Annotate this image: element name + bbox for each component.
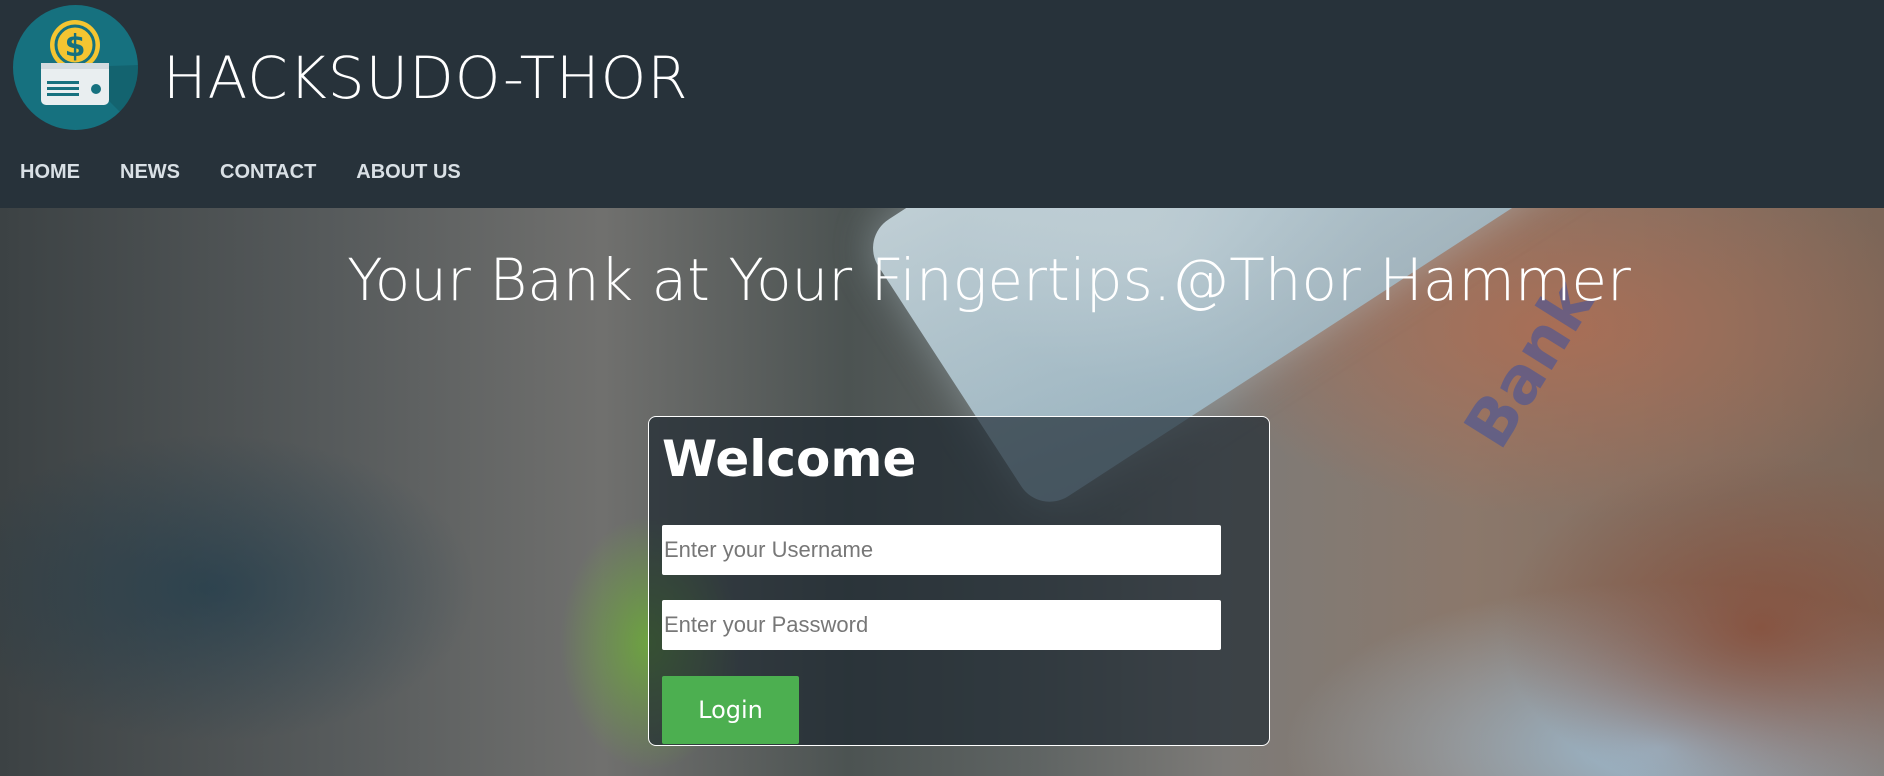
site-header: $ HACKSUDO-THOR HOME NEWS CONTACT ABOUT …: [0, 0, 1884, 208]
login-heading: Welcome: [662, 430, 917, 488]
site-title: HACKSUDO-THOR: [163, 44, 689, 112]
nav-contact-link[interactable]: CONTACT: [220, 161, 316, 184]
login-form: Welcome Login: [648, 416, 1270, 746]
hero-banner: Bank Your Bank at Your Fingertips.@Thor …: [0, 208, 1884, 776]
hero-headline: Your Bank at Your Fingertips.@Thor Hamme…: [347, 246, 1631, 314]
main-nav: HOME NEWS CONTACT ABOUT US: [0, 152, 481, 192]
nav-news-link[interactable]: NEWS: [120, 161, 180, 184]
login-button[interactable]: Login: [662, 676, 799, 744]
username-input[interactable]: [662, 525, 1221, 575]
bank-card-dollar-icon[interactable]: $: [13, 5, 138, 130]
nav-home-link[interactable]: HOME: [20, 161, 80, 184]
nav-about-us-link[interactable]: ABOUT US: [356, 161, 460, 184]
svg-text:$: $: [65, 29, 86, 64]
password-input[interactable]: [662, 600, 1221, 650]
